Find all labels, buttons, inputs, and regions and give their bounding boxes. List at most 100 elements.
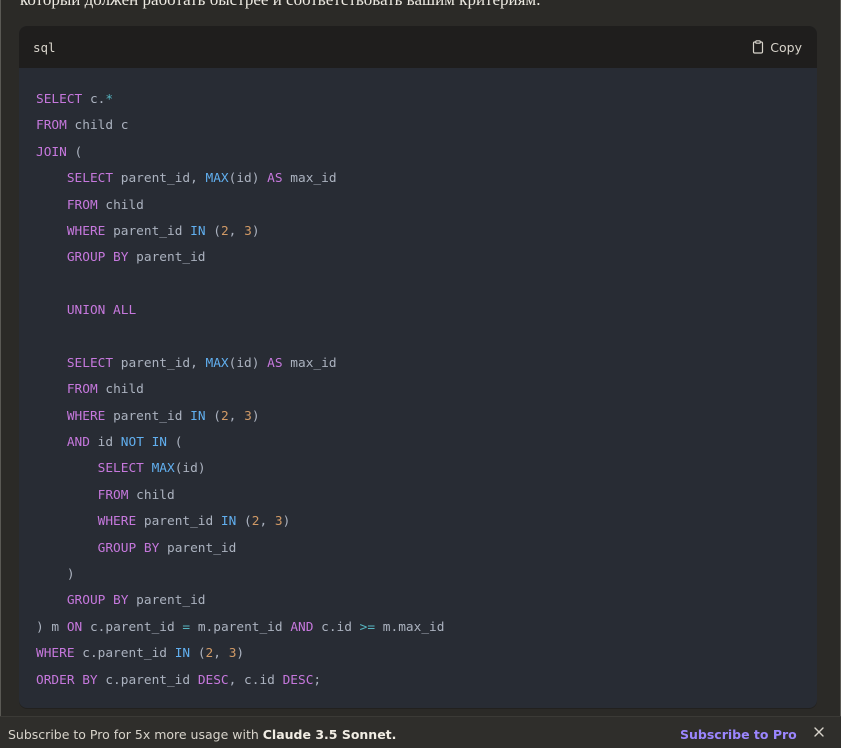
code-token-kw: FROM xyxy=(66,382,98,398)
code-block: sql Copy SELECT c.* FROM child c JOIN ( SE… xyxy=(19,26,817,708)
code-token-num: 3 xyxy=(244,223,252,239)
code-token-kw: GROUP BY xyxy=(66,593,129,609)
code-token-kw: ON xyxy=(66,619,83,635)
code-token-kw: FROM xyxy=(66,197,98,213)
code-token-kw: SELECT xyxy=(97,461,144,477)
code-token-kw: SELECT xyxy=(66,355,114,371)
code-token-kw: ORDER BY xyxy=(36,672,98,688)
code-token-txt: c. xyxy=(82,92,106,107)
clipboard-icon xyxy=(753,40,764,54)
code-token-kw: SELECT xyxy=(66,171,114,187)
code-line: GROUP BY parent_id xyxy=(36,588,801,614)
code-token-kw: WHERE xyxy=(66,408,106,424)
code-token-txt: , xyxy=(228,408,245,424)
code-token-fn: MAX xyxy=(151,461,175,477)
code-line: FROM child c xyxy=(36,113,801,139)
code-token-txt: ( xyxy=(66,144,83,160)
code-token-kw: DESC xyxy=(197,672,229,688)
code-line: SELECT MAX(id) xyxy=(36,456,801,482)
code-token-txt: c.parent_id xyxy=(82,619,183,635)
code-line: ) xyxy=(36,562,801,588)
code-line: WHERE parent_id IN (2, 3) xyxy=(36,219,801,245)
code-token-txt: c.parent_id xyxy=(74,646,175,662)
code-token-num: 2 xyxy=(220,223,229,239)
code-token-txt: , xyxy=(259,514,275,530)
code-token-txt: parent_id xyxy=(105,223,191,239)
code-language-label: sql xyxy=(33,39,56,55)
code-token-kw: DESC xyxy=(282,672,314,688)
copy-button[interactable]: Copy xyxy=(752,40,802,55)
code-token-kw: AS xyxy=(267,171,283,187)
code-token-txt: parent_id xyxy=(136,514,221,530)
code-token-txt: (id) xyxy=(228,171,268,187)
code-token-fn: IN xyxy=(220,514,237,530)
code-line: SELECT parent_id, MAX(id) AS max_id xyxy=(36,351,801,377)
copy-button-label: Copy xyxy=(770,39,802,55)
subscribe-banner: Subscribe to Pro for 5x more usage with … xyxy=(0,716,841,748)
close-icon[interactable] xyxy=(813,726,825,738)
code-line: FROM child xyxy=(36,377,801,403)
code-token-txt: parent_id xyxy=(128,593,206,609)
code-token-txt: parent_id xyxy=(128,250,206,266)
code-body: SELECT c.* FROM child c JOIN ( SELECT pare… xyxy=(19,68,817,694)
code-token-txt: max_id xyxy=(282,355,337,371)
code-token-kw: FROM xyxy=(97,487,129,503)
code-token-txt: ) xyxy=(36,567,75,583)
code-token-kw: JOIN xyxy=(36,144,67,160)
code-token-txt: ) m xyxy=(36,619,67,635)
code-line: UNION ALL xyxy=(36,298,801,324)
code-token-fn: IN xyxy=(174,646,191,662)
code-token-txt: parent_id xyxy=(159,540,237,556)
code-token-txt: m.parent_id xyxy=(190,619,291,635)
assistant-message-text: который должен работать быстрее и соотве… xyxy=(20,0,540,11)
code-token-txt: id xyxy=(89,435,121,451)
code-token-txt: child xyxy=(97,382,144,398)
code-token-kw: GROUP BY xyxy=(97,540,160,556)
code-line: ) m ON c.parent_id = m.parent_id AND c.i… xyxy=(36,615,801,641)
code-token-txt: , xyxy=(228,223,245,239)
code-token-fn: MAX xyxy=(205,355,229,371)
code-line: ORDER BY c.parent_id DESC, c.id DESC; xyxy=(36,668,801,694)
code-token-txt: parent_id, xyxy=(113,171,206,187)
code-token-txt: ) xyxy=(251,223,260,239)
code-token-txt: ) xyxy=(251,408,260,424)
code-token-txt: c.parent_id xyxy=(97,672,198,688)
code-token-txt: ) xyxy=(282,514,291,530)
code-token-kw: AND xyxy=(66,435,90,451)
code-line: JOIN ( xyxy=(36,140,801,166)
code-token-txt: parent_id, xyxy=(113,355,206,371)
code-token-op: >= xyxy=(359,619,376,635)
code-token-fn: NOT IN xyxy=(120,435,168,451)
code-token-txt: ( xyxy=(205,223,221,239)
code-token-txt: child xyxy=(97,197,144,213)
code-token-txt: max_id xyxy=(282,171,337,187)
code-token-kw: SELECT xyxy=(36,92,83,107)
code-line: SELECT c.* xyxy=(36,87,801,113)
code-line: FROM child xyxy=(36,193,801,219)
code-line: WHERE c.parent_id IN (2, 3) xyxy=(36,641,801,667)
code-line: GROUP BY parent_id xyxy=(36,245,801,271)
code-token-txt: parent_id xyxy=(105,408,191,424)
code-token-txt: ( xyxy=(205,408,221,424)
code-token-fn: MAX xyxy=(205,171,229,187)
code-token-txt: c.id xyxy=(313,619,360,635)
code-token-kw: WHERE xyxy=(66,223,106,239)
code-line: WHERE parent_id IN (2, 3) xyxy=(36,404,801,430)
code-token-txt: ( xyxy=(190,646,206,662)
code-token-txt: , c.id xyxy=(228,672,283,688)
